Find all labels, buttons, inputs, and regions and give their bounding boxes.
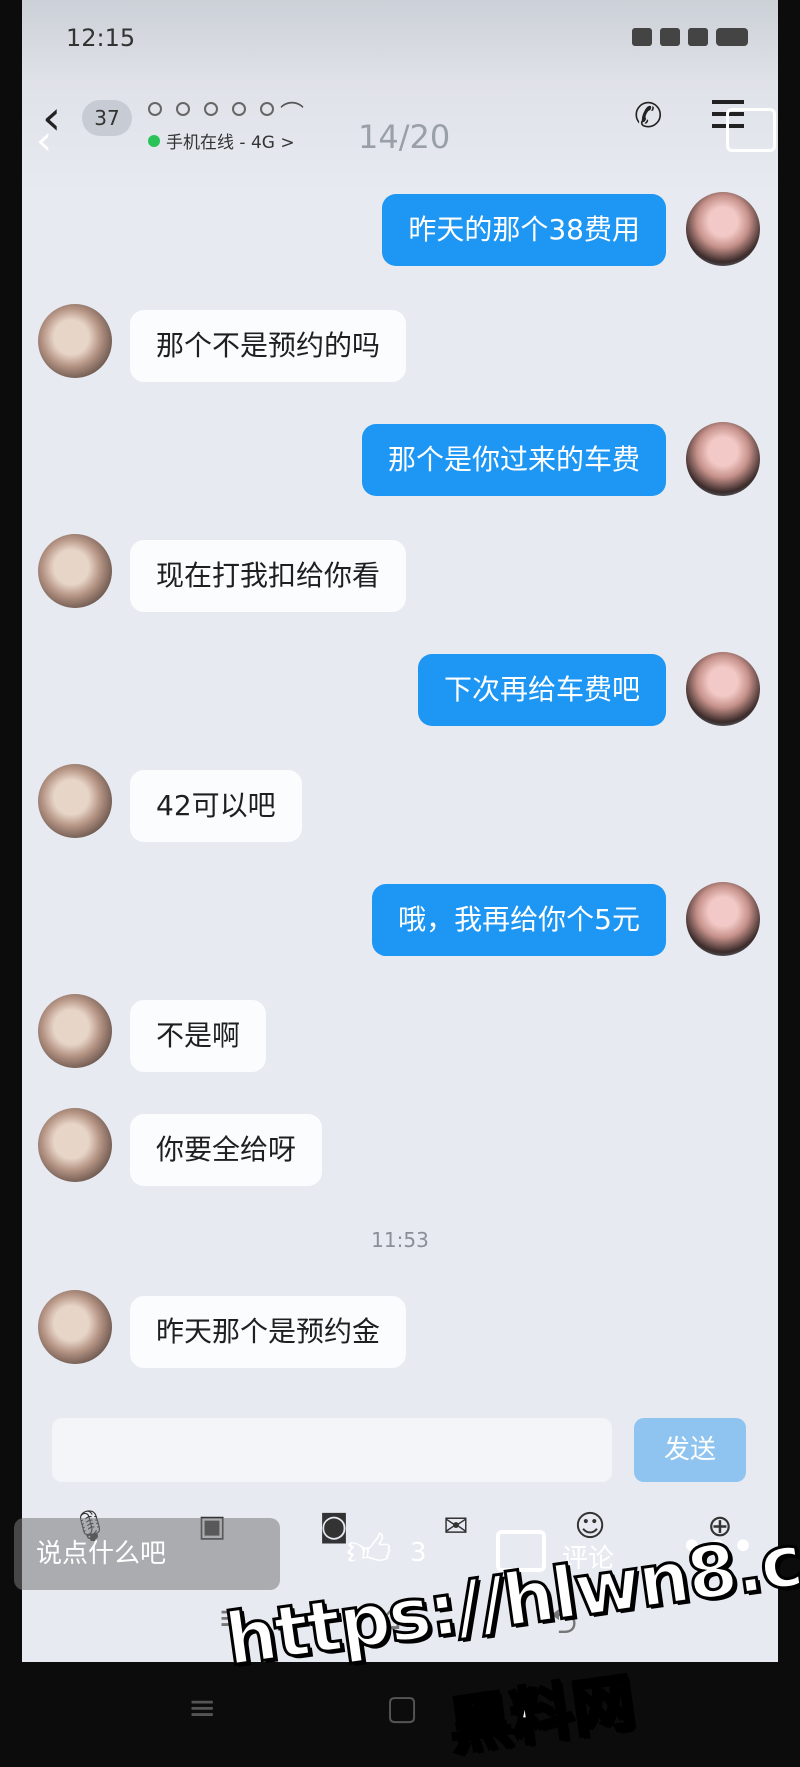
unread-badge[interactable]: 37 (82, 100, 132, 136)
viewer-back-icon[interactable]: ‹ (36, 118, 52, 164)
red-packet-icon[interactable]: ✉ (434, 1505, 478, 1549)
message-bubble-incoming: 现在打我扣给你看 (130, 540, 407, 612)
message-bubble-incoming: 不是啊 (130, 1000, 267, 1072)
avatar-self[interactable] (686, 882, 760, 956)
status-time: 12:15 (66, 24, 136, 52)
avatar-contact[interactable] (38, 534, 112, 608)
message-bubble-incoming: 42可以吧 (130, 770, 302, 842)
message-timestamp: 11:53 (371, 1228, 429, 1252)
status-bar: 12:15 (22, 0, 778, 82)
avatar-contact[interactable] (38, 994, 112, 1068)
message-bubble-incoming: 那个不是预约的吗 (130, 310, 407, 382)
avatar-self[interactable] (686, 652, 760, 726)
message-bubble-outgoing: 哦，我再给你个5元 (372, 884, 666, 956)
phone-screen: 12:15 ‹ 37 ⌒ 手机在线 - 4G > 14/20 ✆ ‹ 昨天的那个… (22, 0, 778, 1662)
like-count: 3 (410, 1538, 427, 1568)
avatar-self[interactable] (686, 422, 760, 496)
chat-header: ‹ 37 ⌒ 手机在线 - 4G > 14/20 ✆ (22, 82, 778, 192)
signal-icon (688, 28, 708, 46)
avatar-contact[interactable] (38, 304, 112, 378)
message-bubble-incoming: 你要全给呀 (130, 1114, 323, 1186)
avatar-contact[interactable] (38, 1290, 112, 1364)
ear-icon: ⌒ (280, 100, 304, 128)
message-bubble-outgoing: 昨天的那个38费用 (382, 194, 666, 266)
online-dot-icon (148, 134, 160, 147)
message-input[interactable] (52, 1418, 612, 1482)
send-button[interactable]: 发送 (634, 1418, 746, 1482)
comment-input[interactable]: 说点什么吧 (14, 1518, 280, 1590)
avatar-self[interactable] (686, 192, 760, 266)
avatar-contact[interactable] (38, 764, 112, 838)
battery-icon (716, 28, 748, 46)
image-pager: 14/20 (358, 118, 451, 156)
message-bubble-incoming: 昨天那个是预约金 (130, 1296, 407, 1368)
viewer-info-icon[interactable] (726, 108, 776, 152)
online-status-text: 手机在线 - 4G > (166, 133, 295, 153)
outer-nav-bar: ≡ ▢ (0, 1662, 800, 1758)
contact-name-masked (148, 102, 274, 116)
phone-icon[interactable]: ✆ (634, 96, 663, 136)
message-bubble-outgoing: 下次再给车费吧 (417, 654, 666, 726)
status-icons (632, 28, 748, 46)
outer-home-nav-icon[interactable]: ▢ (386, 1688, 418, 1728)
outer-menu-nav-icon[interactable]: ≡ (188, 1688, 217, 1728)
avatar-contact[interactable] (38, 1108, 112, 1182)
hd-icon (660, 28, 680, 46)
online-status[interactable]: 手机在线 - 4G > (148, 128, 295, 153)
message-bubble-outgoing: 那个是你过来的车费 (361, 424, 666, 496)
alarm-icon (632, 28, 652, 46)
thumbs-up-icon[interactable]: 👍︎ (346, 1524, 392, 1577)
